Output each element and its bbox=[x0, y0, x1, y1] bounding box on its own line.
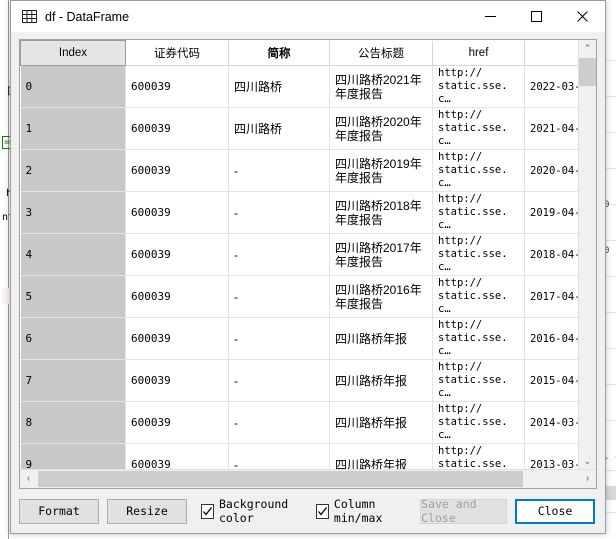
format-button[interactable]: Format bbox=[19, 498, 99, 524]
cell-name[interactable]: 四川路桥 bbox=[228, 65, 330, 108]
cell-code[interactable]: 600039 bbox=[125, 191, 229, 234]
close-window-button[interactable] bbox=[559, 1, 605, 32]
bottom-toolbar: Format Resize Background color Column mi… bbox=[11, 489, 605, 533]
window-title: df - DataFrame bbox=[45, 9, 130, 24]
bg-code-highlight bbox=[2, 288, 10, 304]
cell-name[interactable]: - bbox=[228, 359, 330, 402]
cell-href[interactable]: http:// static.sse.c… bbox=[432, 65, 525, 108]
cell-href[interactable]: http:// static.sse.c… bbox=[432, 149, 525, 192]
cell-code[interactable]: 600039 bbox=[125, 149, 229, 192]
editor-gutter bbox=[0, 0, 9, 539]
cell-name[interactable]: - bbox=[228, 275, 330, 318]
dataframe-table: Index证券代码简称公告标题href公告时 0600039四川路桥四川路桥20… bbox=[20, 40, 596, 488]
cell-code[interactable]: 600039 bbox=[125, 275, 229, 318]
cell-title[interactable]: 四川路桥2019年年度报告 bbox=[329, 149, 433, 192]
cell-code[interactable]: 600039 bbox=[125, 107, 229, 150]
table-row[interactable]: 6 600039- 四川路桥年报 http:// static.sse.c… 2016-… bbox=[20, 317, 596, 360]
cell-href[interactable]: http:// static.sse.c… bbox=[432, 233, 525, 276]
cell-index[interactable]: 8 bbox=[20, 401, 126, 444]
maximize-button[interactable] bbox=[513, 1, 559, 32]
cell-title[interactable]: 四川路桥2018年年度报告 bbox=[329, 191, 433, 234]
table-row[interactable]: 7 600039- 四川路桥年报 http:// static.sse.c… 2015-… bbox=[20, 359, 596, 402]
column-header-name[interactable]: 简称 bbox=[228, 40, 330, 66]
close-button[interactable]: Close bbox=[515, 498, 595, 524]
column-header-index[interactable]: Index bbox=[20, 40, 126, 66]
cell-code[interactable]: 600039 bbox=[125, 317, 229, 360]
cell-title[interactable]: 四川路桥2021年年度报告 bbox=[329, 65, 433, 108]
cell-title[interactable]: 四川路桥年报 bbox=[329, 359, 433, 402]
scroll-left-icon[interactable]: ‹ bbox=[20, 470, 37, 487]
cell-index[interactable]: 4 bbox=[20, 233, 126, 276]
column-minmax-label: Column min/max bbox=[333, 497, 383, 525]
table-header-row: Index证券代码简称公告标题href公告时 bbox=[20, 40, 596, 66]
column-header-title[interactable]: 公告标题 bbox=[329, 40, 433, 66]
cell-index[interactable]: 2 bbox=[20, 149, 126, 192]
checkbox-checked-icon[interactable] bbox=[315, 503, 329, 519]
cell-name[interactable]: - bbox=[228, 149, 330, 192]
scroll-down-icon[interactable]: ⌄ bbox=[579, 453, 596, 470]
cell-href[interactable]: http:// static.sse.c… bbox=[432, 359, 525, 402]
background-color-checkbox[interactable]: Background color bbox=[201, 497, 302, 525]
vertical-scrollbar[interactable]: ⌃ ⌄ bbox=[578, 40, 596, 470]
resize-button[interactable]: Resize bbox=[107, 498, 187, 524]
cell-index[interactable]: 5 bbox=[20, 275, 126, 318]
cell-code[interactable]: 600039 bbox=[125, 401, 229, 444]
cell-code[interactable]: 600039 bbox=[125, 233, 229, 276]
table-row[interactable]: 2 600039- 四川路桥2019年年度报告 http:// static.sse.… bbox=[20, 149, 596, 192]
cell-href[interactable]: http:// static.sse.c… bbox=[432, 401, 525, 444]
dataframe-dialog: df - DataFrame Index 证券代码 简称 公告标题 href 0… bbox=[10, 0, 606, 534]
cell-href[interactable]: http:// static.sse.c… bbox=[432, 191, 525, 234]
cell-name[interactable]: - bbox=[228, 191, 330, 234]
table-row[interactable]: 1 600039 四川路桥 四川路桥2020年年度报告 http:// static.s… bbox=[20, 107, 596, 150]
cell-title[interactable]: 四川路桥2020年年度报告 bbox=[329, 107, 433, 150]
table-row[interactable]: 3 600039- 四川路桥2018年年度报告 http:// static.sse.… bbox=[20, 191, 596, 234]
cell-title[interactable]: 四川路桥2017年年度报告 bbox=[329, 233, 433, 276]
dataframe-grid[interactable]: Index证券代码简称公告标题href公告时 0600039四川路桥四川路桥20… bbox=[19, 39, 597, 489]
horizontal-scroll-thumb[interactable] bbox=[38, 471, 523, 487]
window-controls bbox=[467, 1, 605, 32]
table-row[interactable]: 4 600039- 四川路桥2017年年度报告 http:// static.sse.… bbox=[20, 233, 596, 276]
table-row[interactable]: 5 600039- 四川路桥2016年年度报告 http:// static.sse.… bbox=[20, 275, 596, 318]
cell-index[interactable]: 6 bbox=[20, 317, 126, 360]
cell-index[interactable]: 0 bbox=[20, 65, 126, 108]
cell-title[interactable]: 四川路桥2016年年度报告 bbox=[329, 275, 433, 318]
cell-href[interactable]: http:// static.sse.c… bbox=[432, 317, 525, 360]
cell-name[interactable]: 四川路桥 bbox=[228, 107, 330, 150]
table-row[interactable]: 0 600039 四川路桥 四川路桥2021年年度报告 http:// static.s… bbox=[20, 65, 596, 108]
cell-index[interactable]: 7 bbox=[20, 359, 126, 402]
cell-code[interactable]: 600039 bbox=[125, 359, 229, 402]
cell-title[interactable]: 四川路桥年报 bbox=[329, 317, 433, 360]
column-header-code[interactable]: 证券代码 bbox=[125, 40, 229, 66]
table-row[interactable]: 8 600039- 四川路桥年报 http:// static.sse.c… 2014-… bbox=[20, 401, 596, 444]
cell-name[interactable]: - bbox=[228, 233, 330, 276]
vertical-scroll-thumb[interactable] bbox=[579, 58, 596, 86]
background-color-label: Background color bbox=[219, 497, 289, 525]
column-minmax-checkbox[interactable]: Column min/max bbox=[315, 497, 406, 525]
column-header-href[interactable]: href bbox=[432, 40, 525, 66]
save-and-close-button[interactable]: Save and Close bbox=[420, 497, 507, 525]
cell-name[interactable]: - bbox=[228, 317, 330, 360]
checkbox-checked-icon[interactable] bbox=[201, 503, 214, 519]
cell-code[interactable]: 600039 bbox=[125, 65, 229, 108]
cell-href[interactable]: http:// static.sse.c… bbox=[432, 275, 525, 318]
cell-name[interactable]: - bbox=[228, 401, 330, 444]
horizontal-scrollbar[interactable]: ‹ › bbox=[20, 469, 596, 488]
scroll-right-icon[interactable]: › bbox=[579, 470, 596, 487]
table-grid-icon bbox=[21, 9, 37, 25]
minimize-button[interactable] bbox=[467, 1, 513, 32]
title-bar: df - DataFrame bbox=[11, 1, 605, 33]
cell-href[interactable]: http:// static.sse.c… bbox=[432, 107, 525, 150]
scroll-up-icon[interactable]: ⌃ bbox=[579, 40, 596, 57]
cell-index[interactable]: 1 bbox=[20, 107, 126, 150]
cell-title[interactable]: 四川路桥年报 bbox=[329, 401, 433, 444]
cell-index[interactable]: 3 bbox=[20, 191, 126, 234]
